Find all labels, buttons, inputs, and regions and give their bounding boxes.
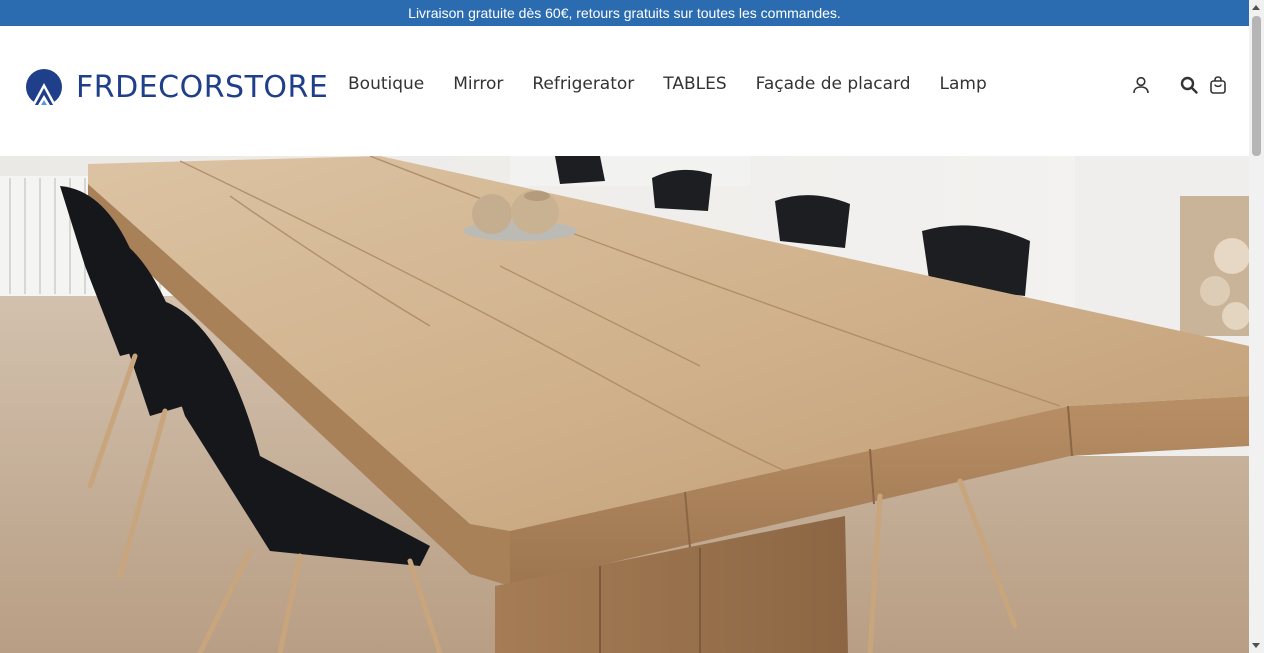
scroll-thumb[interactable] — [1252, 16, 1261, 156]
nav-item-boutique[interactable]: Boutique — [348, 74, 424, 94]
account-icon[interactable] — [1130, 74, 1152, 96]
logo-text: FRDECORSTORE — [76, 69, 329, 105]
nav-item-lamp[interactable]: Lamp — [940, 74, 987, 94]
scrollbar[interactable] — [1249, 0, 1264, 653]
nav-item-mirror[interactable]: Mirror — [453, 74, 503, 94]
main-nav: Boutique Mirror Refrigerator TABLES Faça… — [348, 74, 1016, 94]
site-header: FRDECORSTORE Boutique Mirror Refrigerato… — [0, 26, 1249, 156]
announcement-text: Livraison gratuite dès 60€, retours grat… — [408, 5, 841, 21]
nav-item-facade-de-placard[interactable]: Façade de placard — [756, 74, 911, 94]
scroll-down-arrow-icon[interactable] — [1252, 643, 1260, 648]
hero-banner — [0, 156, 1249, 653]
nav-item-tables[interactable]: TABLES — [663, 74, 726, 94]
nav-item-refrigerator[interactable]: Refrigerator — [532, 74, 634, 94]
logo-link[interactable]: FRDECORSTORE — [26, 68, 328, 106]
cart-icon[interactable] — [1207, 74, 1229, 96]
search-icon[interactable] — [1178, 74, 1200, 96]
announcement-bar: Livraison gratuite dès 60€, retours grat… — [0, 0, 1249, 26]
logo-mark-icon — [26, 69, 62, 105]
header-icons — [1130, 74, 1229, 96]
scroll-up-arrow-icon[interactable] — [1252, 5, 1260, 10]
hero-image — [0, 156, 1249, 653]
